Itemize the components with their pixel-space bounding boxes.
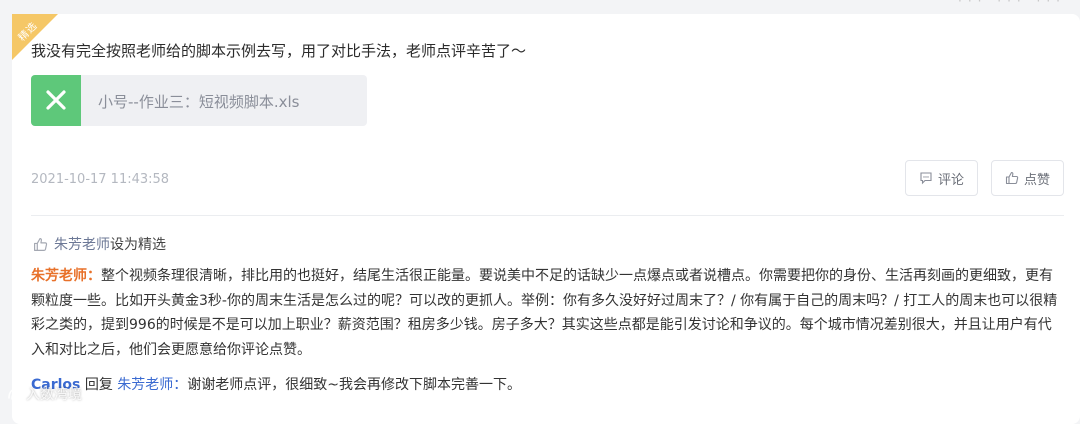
watermark: 入数湾境 <box>6 384 82 404</box>
comment-button[interactable]: 评论 <box>905 160 978 196</box>
reply-verb: 回复 <box>80 377 118 393</box>
review-text: 整个视频条理很清晰，排比用的也挺好，结尾生活很正能量。要说美中不足的话缺少一点爆… <box>31 268 1058 358</box>
top-strip: ··· ··· ··· <box>0 0 1080 12</box>
reply-target[interactable]: 朱芳老师： <box>117 377 187 393</box>
teacher-review: 朱芳老师：整个视频条理很清晰，排比用的也挺好，结尾生活很正能量。要说美中不足的话… <box>31 264 1063 362</box>
featured-notice: 朱芳老师设为精选 <box>33 234 166 254</box>
featured-teacher[interactable]: 朱芳老师 <box>54 237 110 253</box>
student-reply: Carlos 回复 朱芳老师：谢谢老师点评，很细致~我会再修改下脚本完善一下。 <box>31 374 521 394</box>
post-text: 我没有完全按照老师给的脚本示例去写，用了对比手法，老师点评辛苦了～ <box>31 42 527 60</box>
attachment-file[interactable]: 小号--作业三：短视频脚本.xls <box>31 75 367 126</box>
attachment-name[interactable]: 小号--作业三：短视频脚本.xls <box>98 91 299 112</box>
watermark-text: 入数湾境 <box>26 387 82 403</box>
reply-text: 谢谢老师点评，很细致~我会再修改下脚本完善一下。 <box>187 377 522 393</box>
like-label: 点赞 <box>1023 172 1050 188</box>
featured-action: 设为精选 <box>110 237 166 253</box>
post-timestamp: 2021-10-17 11:43:58 <box>31 172 170 187</box>
header-ghost-actions: ··· ··· ··· <box>958 0 1066 8</box>
review-author[interactable]: 朱芳老师： <box>31 268 101 284</box>
excel-icon <box>31 75 81 126</box>
like-button[interactable]: 点赞 <box>991 160 1064 196</box>
comment-label: 评论 <box>937 172 964 188</box>
divider <box>31 215 1064 216</box>
comment-icon <box>920 172 932 185</box>
thumbs-up-icon <box>1005 171 1019 185</box>
watermark-logo-icon <box>8 388 19 400</box>
thumbs-up-icon <box>34 237 48 251</box>
